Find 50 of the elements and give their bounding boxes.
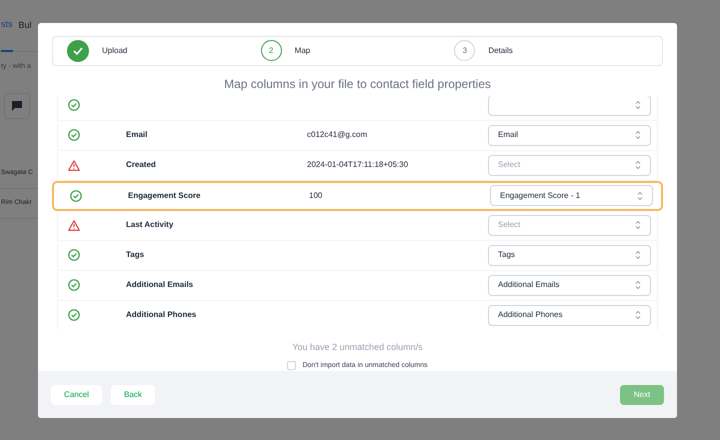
property-select[interactable]: Engagement Score - 1 bbox=[490, 185, 653, 206]
check-circle-icon bbox=[68, 99, 80, 112]
check-circle-icon bbox=[68, 309, 80, 322]
column-name: Created bbox=[126, 160, 156, 170]
back-button[interactable]: Back bbox=[111, 384, 155, 405]
warning-icon bbox=[68, 160, 80, 171]
property-select[interactable]: Tags bbox=[488, 244, 651, 266]
sample-value: 2024-01-04T17:11:18+05:30 bbox=[307, 160, 408, 170]
sort-caret-icon bbox=[635, 310, 641, 320]
tab[interactable]: sts bbox=[1, 0, 13, 52]
step-label: Map bbox=[294, 44, 310, 57]
column-name: Last Activity bbox=[126, 220, 174, 230]
next-button[interactable]: Next bbox=[620, 384, 664, 405]
property-select[interactable]: Additional Emails bbox=[488, 274, 651, 296]
unmatched-note: You have 2 unmatched column/s bbox=[291, 341, 424, 354]
step-label: Details bbox=[488, 44, 513, 57]
property-select[interactable]: Additional Phones bbox=[488, 304, 651, 326]
check-circle-icon bbox=[68, 129, 80, 142]
sort-caret-icon bbox=[635, 250, 641, 260]
column-name: Engagement Score bbox=[128, 190, 200, 200]
property-select[interactable]: Select bbox=[488, 154, 651, 176]
tab[interactable]: Bul bbox=[18, 0, 32, 52]
sort-caret-icon bbox=[637, 190, 643, 201]
property-select[interactable] bbox=[488, 96, 651, 116]
step-number: 3 bbox=[454, 40, 476, 62]
check-circle-icon bbox=[68, 249, 80, 262]
checkbox[interactable] bbox=[287, 361, 296, 370]
check-circle-icon bbox=[68, 279, 80, 292]
chat-button[interactable] bbox=[4, 92, 30, 118]
step-label: Upload bbox=[102, 44, 128, 57]
sort-caret-icon bbox=[635, 220, 641, 230]
step-number: 2 bbox=[260, 40, 282, 62]
sample-value: c012c41@g.com bbox=[307, 130, 368, 140]
chat-icon bbox=[11, 100, 23, 112]
property-select[interactable]: Email bbox=[488, 124, 651, 146]
column-name: Additional Emails bbox=[126, 280, 194, 290]
sort-caret-icon bbox=[635, 280, 641, 290]
column-name: Additional Phones bbox=[126, 310, 196, 320]
sort-caret-icon bbox=[635, 100, 641, 110]
check-circle-icon bbox=[70, 190, 82, 202]
sort-caret-icon bbox=[635, 160, 641, 170]
instruction-text: Map columns in your file to contact field properties bbox=[223, 76, 492, 93]
step-done-icon bbox=[67, 40, 89, 62]
cancel-button[interactable]: Cancel bbox=[51, 384, 102, 405]
column-name: Email bbox=[126, 130, 148, 140]
sort-caret-icon bbox=[635, 130, 641, 140]
property-select[interactable]: Select bbox=[488, 214, 651, 236]
warning-icon bbox=[68, 220, 80, 231]
sample-value: 100 bbox=[309, 190, 322, 200]
column-name: Tags bbox=[126, 250, 144, 260]
